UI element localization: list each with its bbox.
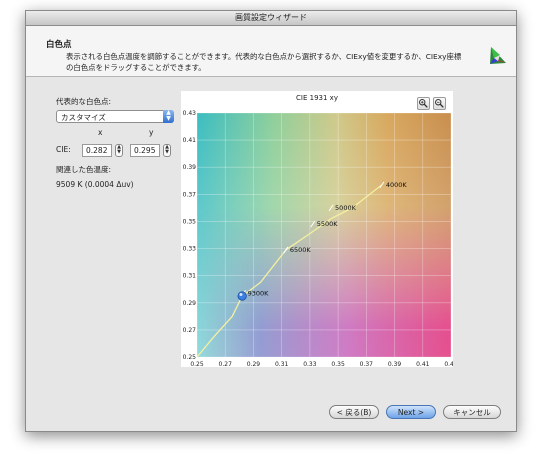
y-tick-label: 0.43 [183,110,197,117]
y-tick-label: 0.27 [183,327,197,334]
temp-tick-mark [283,246,289,254]
window-title: 画質設定ウィザード [26,11,516,26]
back-button[interactable]: < 戻る(B) [329,405,379,419]
preset-select[interactable]: カスタマイズ ▲ ▼ [56,110,174,123]
x-tick-label: 0.37 [360,361,374,367]
temp-label: 9300K [248,289,270,297]
cie-label: CIE: [56,145,71,154]
x-tick-label: 0.43 [444,361,453,367]
y-tick-label: 0.25 [183,354,197,361]
temp-label: 4000K [386,181,408,189]
y-tick-label: 0.29 [183,300,197,307]
x-tick-label: 0.33 [303,361,317,367]
y-tick-label: 0.35 [183,218,197,225]
y-tick-label: 0.39 [183,164,197,171]
related-temp-label: 関連した色温度: [56,165,112,174]
x-tick-label: 0.39 [388,361,402,367]
next-button[interactable]: Next > [386,405,436,419]
cancel-button[interactable]: キャンセル [443,405,501,419]
y-tick-label: 0.31 [183,273,197,280]
x-label: x [98,128,103,137]
preset-label: 代表的な白色点: [56,97,112,106]
x-tick-label: 0.29 [247,361,261,367]
related-temp-value: 9509 K (0.0004 Δuv) [56,180,134,189]
x-tick-label: 0.27 [219,361,233,367]
y-tick-label: 0.37 [183,191,197,198]
section-description: 表示される白色点温度を調節することができます。代表的な白色点から選択するか、CI… [66,52,462,72]
y-label: y [149,128,154,137]
x-tick-label: 0.31 [275,361,289,367]
chart-svg: 0.25 0.27 0.29 0.31 0.33 0.35 0.37 0.39 0.41 0.43… [183,110,453,367]
x-stepper[interactable]: ▲ ▼ [115,144,123,157]
cie-chart: CIE 1931 xy 0.25 0.27 0.29 0.31 0.33 0.35 0.37… [181,91,453,367]
x-tick-label: 0.35 [331,361,345,367]
wizard-window: 画質設定ウィザード 白色点 表示される白色点温度を調節することができます。代表的… [25,10,517,432]
chevron-updown-icon: ▲ ▼ [163,110,174,123]
x-tick-label: 0.25 [190,361,204,367]
header-panel: 白色点 表示される白色点温度を調節することができます。代表的な白色点から選択する… [26,26,516,77]
temp-tick-mark [310,220,316,228]
y-stepper[interactable]: ▲ ▼ [163,144,171,157]
handle-highlight [239,293,243,296]
x-tick-label: 0.41 [416,361,430,367]
x-input[interactable]: 0.282 [82,144,112,157]
y-tick-label: 0.41 [183,137,197,144]
temp-label: 5500K [317,220,339,228]
white-point-handle[interactable] [237,291,247,301]
preset-value: カスタマイズ [61,113,106,122]
temp-label: 6500K [290,246,312,254]
temp-tick-mark [328,204,334,212]
section-title: 白色点 [46,40,72,50]
temp-tick-mark [379,181,385,189]
y-input[interactable]: 0.295 [130,144,160,157]
y-tick-label: 0.33 [183,246,197,253]
cie-triangle-icon [490,47,506,64]
temp-label: 5000K [335,204,357,212]
